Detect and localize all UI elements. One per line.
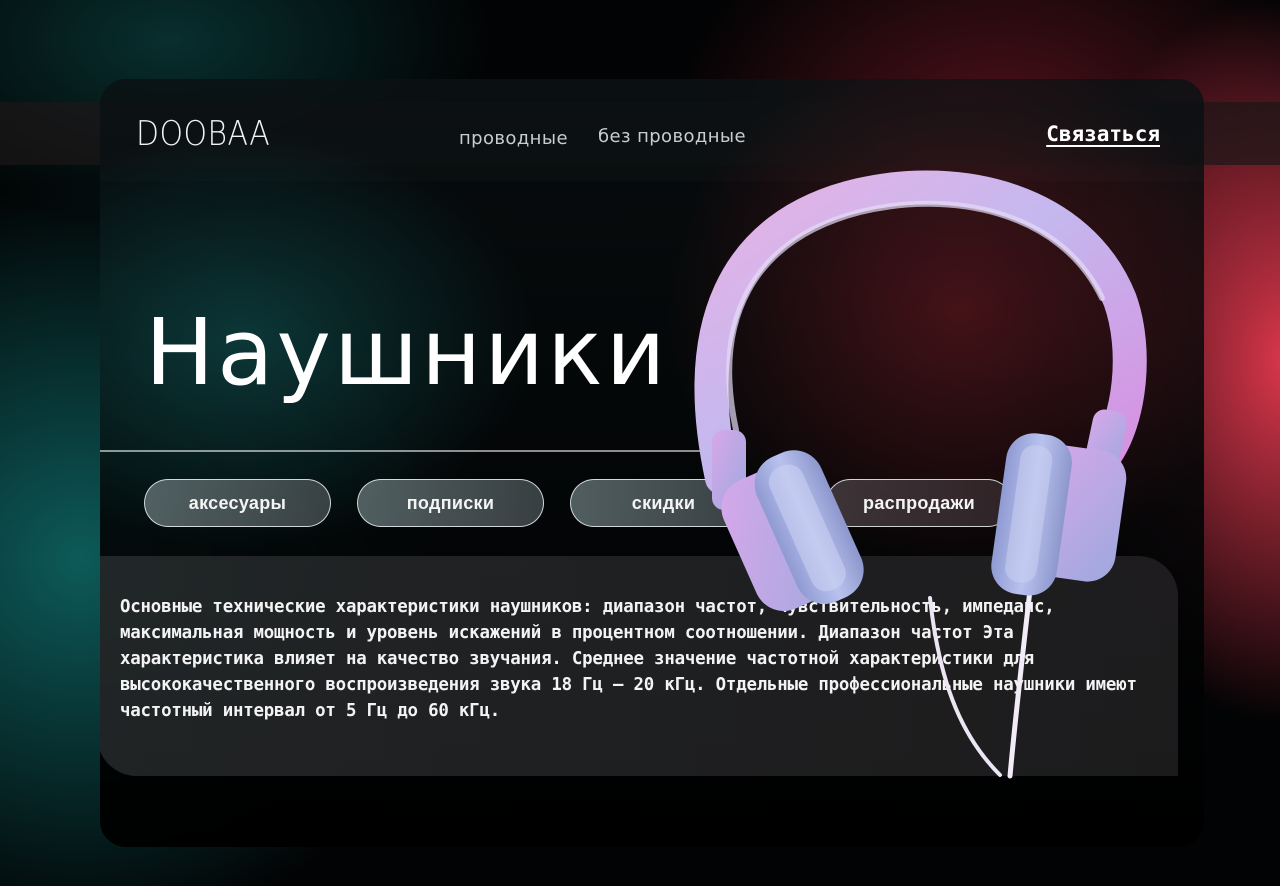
nav-link-wired[interactable]: проводные	[459, 128, 568, 149]
description-text: Основные технические характеристики науш…	[120, 597, 1137, 721]
hero-card: DOOBAA проводные без проводные Связаться…	[100, 79, 1204, 847]
contact-link[interactable]: Связаться	[1046, 122, 1160, 146]
page-background: DOOBAA проводные без проводные Связаться…	[0, 0, 1280, 886]
site-header: DOOBAA проводные без проводные Связаться	[100, 79, 1204, 181]
chip-sales[interactable]: распродажи	[826, 479, 1012, 527]
chip-subscriptions[interactable]: подписки	[357, 479, 544, 527]
chip-accessories[interactable]: аксесуары	[144, 479, 331, 527]
page-title: Наушники	[145, 299, 669, 406]
nav-link-wireless[interactable]: без проводные	[598, 126, 746, 147]
title-divider	[100, 450, 720, 452]
chip-discounts[interactable]: скидки	[570, 479, 757, 527]
logo[interactable]: DOOBAA	[136, 117, 270, 151]
